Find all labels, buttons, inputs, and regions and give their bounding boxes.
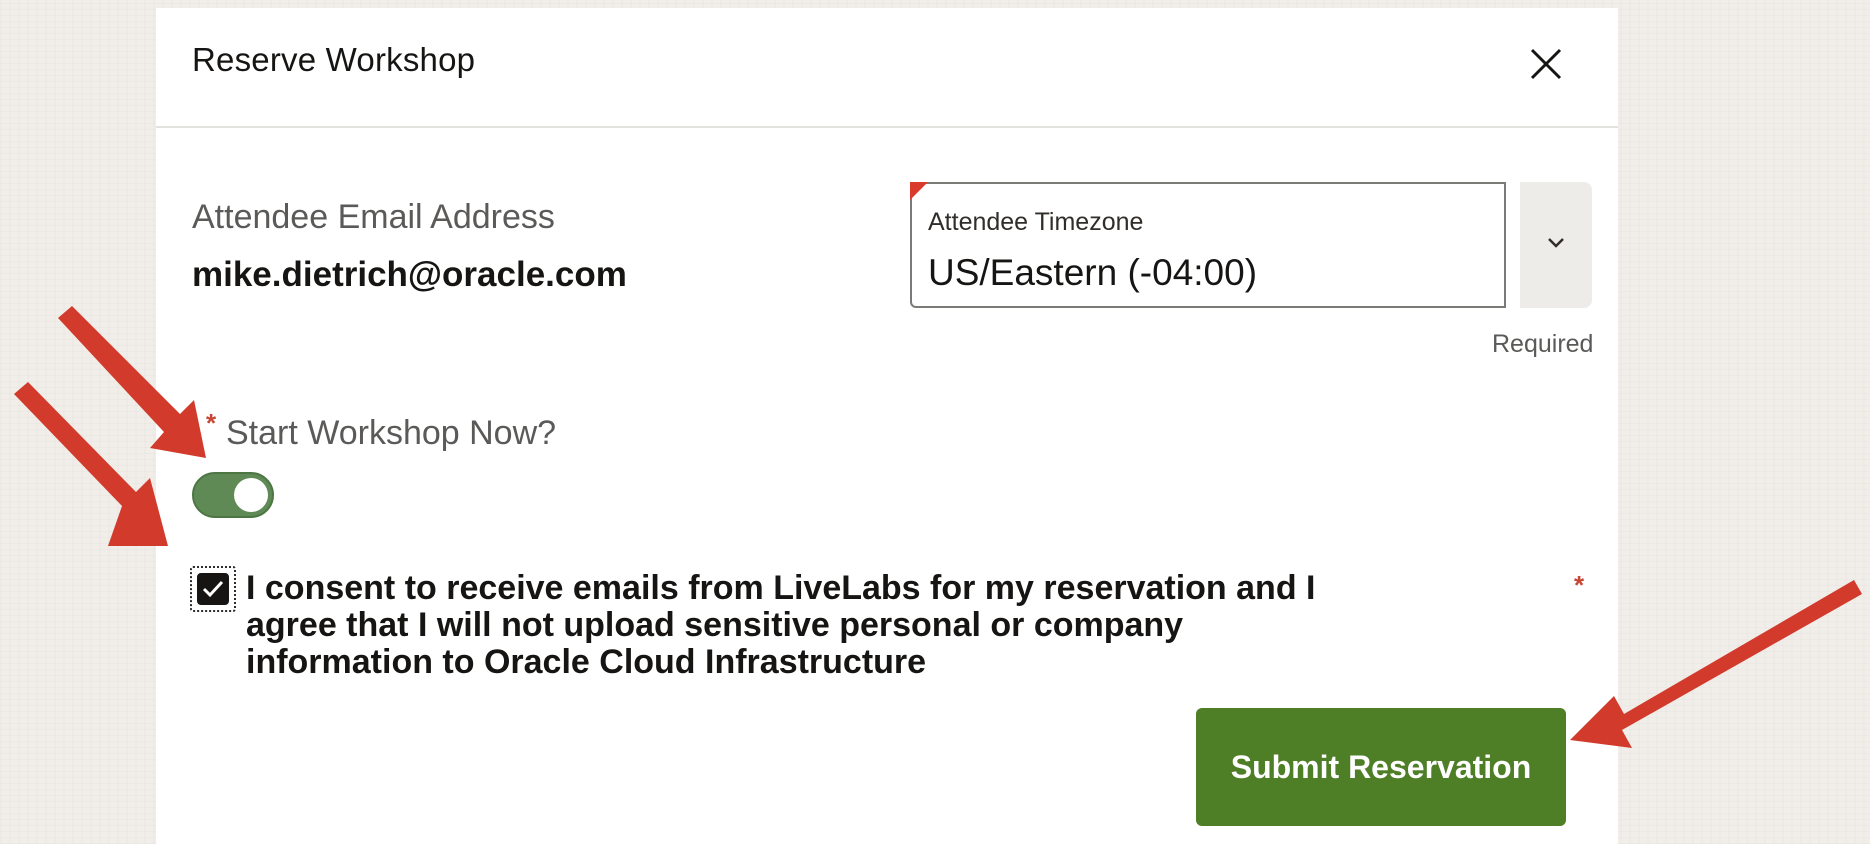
checkmark-icon xyxy=(202,580,224,598)
start-workshop-toggle[interactable] xyxy=(192,472,274,518)
submit-reservation-button[interactable]: Submit Reservation xyxy=(1196,708,1566,826)
chevron-down-icon xyxy=(1548,238,1564,248)
timezone-dropdown-button[interactable] xyxy=(1520,182,1592,308)
timezone-label: Attendee Timezone xyxy=(928,208,1144,236)
close-icon xyxy=(1530,48,1562,80)
reserve-workshop-dialog: Reserve Workshop Attendee Email Address … xyxy=(156,8,1618,844)
annotation-arrow-left xyxy=(14,382,168,546)
email-value: mike.dietrich@oracle.com xyxy=(192,255,627,294)
email-label: Attendee Email Address xyxy=(192,198,555,236)
timezone-select[interactable]: Attendee Timezone US/Eastern (-04:00) xyxy=(910,182,1506,308)
required-note: Required xyxy=(1492,330,1594,358)
required-asterisk: * xyxy=(1574,570,1585,600)
close-button[interactable] xyxy=(1526,44,1566,84)
dialog-header: Reserve Workshop xyxy=(156,8,1618,128)
required-corner-marker xyxy=(910,182,928,200)
required-asterisk: * xyxy=(206,408,217,438)
timezone-value: US/Eastern (-04:00) xyxy=(928,252,1258,293)
consent-text: I consent to receive emails from LiveLab… xyxy=(246,569,1316,681)
start-workshop-label: Start Workshop Now? xyxy=(226,414,557,452)
checkbox-box xyxy=(197,573,229,605)
dialog-title: Reserve Workshop xyxy=(192,41,476,78)
consent-checkbox[interactable] xyxy=(190,566,236,612)
toggle-knob xyxy=(234,478,268,512)
